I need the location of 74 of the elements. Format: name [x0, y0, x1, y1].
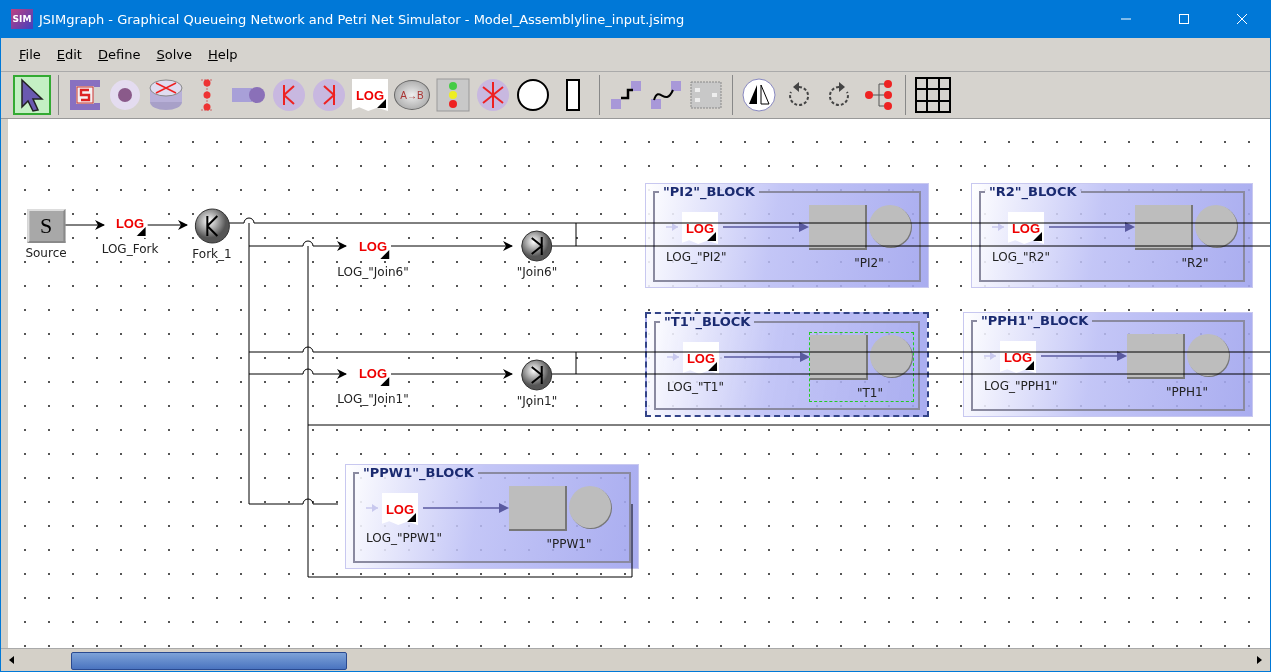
log-icon[interactable]: LOG — [682, 212, 718, 244]
join-icon — [312, 78, 346, 112]
source-icon — [68, 78, 102, 112]
scrollbar-thumb[interactable] — [71, 652, 347, 670]
block-title: "PPW1"_BLOCK — [362, 465, 475, 480]
node-label: "PPW1" — [546, 537, 592, 551]
node-label: Fork_1 — [192, 247, 232, 261]
node-label: LOG_"PPW1" — [366, 531, 442, 545]
circle-icon — [516, 78, 550, 112]
block-title: "PI2"_BLOCK — [662, 184, 756, 199]
block-panel[interactable]: "PI2"_BLOCK LOG LOG_"PI2" "PI2" — [645, 183, 929, 288]
block-panel[interactable]: "R2"_BLOCK LOG LOG_"R2" "R2" — [971, 183, 1253, 288]
mirror-icon — [742, 78, 776, 112]
block-title: "R2"_BLOCK — [988, 184, 1078, 199]
close-icon[interactable] — [1236, 13, 1248, 25]
node-label: Source — [25, 246, 67, 260]
tree-icon — [864, 78, 894, 112]
node-label: "T1" — [857, 386, 883, 400]
fork-icon — [272, 78, 306, 112]
node-label: LOG_"T1" — [667, 380, 724, 394]
grid-icon — [915, 77, 951, 113]
maximize-icon[interactable] — [1178, 13, 1190, 25]
queue-rectangle[interactable] — [809, 205, 867, 250]
log-icon[interactable]: LOG — [683, 342, 719, 374]
menu-item[interactable]: Define — [91, 45, 147, 64]
block-title: "PPH1"_BLOCK — [980, 313, 1090, 328]
block-panel[interactable]: "PPH1"_BLOCK LOG LOG_"PPH1" "PPH1" — [963, 312, 1253, 417]
queue-rectangle[interactable] — [1135, 205, 1193, 250]
traffic-light-icon — [436, 78, 470, 112]
node-label: "Join6" — [516, 265, 558, 279]
node-label: "PI2" — [854, 256, 884, 270]
cursor-icon — [19, 78, 45, 112]
queue-rectangle[interactable] — [509, 486, 567, 531]
menu-item[interactable]: Edit — [50, 45, 88, 64]
ring-disc-icon — [108, 78, 142, 112]
menu-item[interactable]: Help — [201, 45, 244, 64]
log-icon[interactable]: LOG — [1008, 212, 1044, 244]
server-circle[interactable] — [1187, 334, 1229, 376]
star-disc-icon — [476, 78, 510, 112]
source-node[interactable]: S — [27, 209, 65, 243]
tool-button[interactable] — [740, 75, 778, 115]
tool-button[interactable] — [13, 75, 51, 115]
rectangle-icon — [565, 78, 581, 112]
node-label: LOG_"PPH1" — [984, 379, 1058, 393]
node-label: "PPH1" — [1165, 385, 1209, 399]
node-label: "Join1" — [516, 394, 558, 408]
server-circle[interactable] — [870, 335, 912, 377]
tool-button[interactable] — [913, 75, 953, 115]
block-panel[interactable]: "PPW1"_BLOCK LOG LOG_"PPW1" "PPW1" — [345, 464, 639, 569]
fork-node-icon[interactable] — [194, 208, 230, 244]
join-node-icon[interactable] — [521, 230, 553, 262]
connector-icon — [609, 78, 643, 112]
disk-arrows-icon — [148, 78, 184, 112]
menu-item[interactable]: File — [13, 45, 47, 64]
node-label: LOG_"R2" — [992, 250, 1050, 264]
curved-connector-icon — [649, 78, 683, 112]
app-icon: SIM — [11, 9, 33, 29]
block-panel[interactable]: "T1"_BLOCK LOG LOG_"T1" "T1" — [645, 312, 929, 417]
node-label: "R2" — [1181, 256, 1209, 270]
block-title: "T1"_BLOCK — [663, 314, 752, 329]
queue-rectangle[interactable] — [1127, 334, 1185, 379]
queue-rectangle[interactable] — [810, 335, 868, 380]
menu-item[interactable]: Solve — [150, 45, 198, 64]
node-label: LOG_"PI2" — [666, 250, 727, 264]
node-label: LOG_Fork — [101, 242, 159, 256]
join-node-icon[interactable] — [521, 359, 553, 391]
server-circle[interactable] — [1195, 205, 1237, 247]
window-title: JSIMgraph - Graphical Queueing Network and Petri Net Simulator - Model_Assemblyline_input.jsimg — [39, 11, 685, 27]
log-icon[interactable]: LOG — [382, 493, 418, 525]
block-icon — [689, 78, 723, 112]
log-icon[interactable]: LOG — [1000, 341, 1036, 373]
node-label: LOG_"Join6" — [337, 265, 409, 279]
node-label: LOG_"Join1" — [337, 392, 409, 406]
server-circle[interactable] — [869, 205, 911, 247]
